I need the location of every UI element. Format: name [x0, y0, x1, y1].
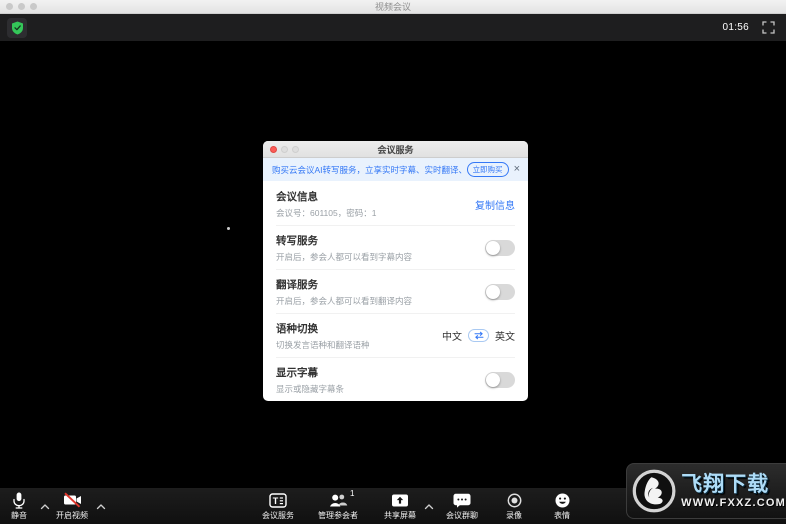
emoji-button[interactable]: 表情: [554, 492, 570, 521]
participant-count-badge: 1: [350, 489, 354, 498]
language-switch-control: 中文 英文: [442, 328, 515, 343]
share-screen-icon: [391, 493, 409, 508]
fxxz-logo-icon: [632, 467, 676, 515]
share-options-chevron[interactable]: [425, 497, 434, 515]
fullscreen-button[interactable]: [762, 21, 775, 34]
transcription-row: 转写服务 开启后，参会人都可以看到字幕内容: [276, 226, 515, 270]
shield-check-icon: [11, 21, 24, 35]
meeting-info-text: 会议信息 会议号：601105，密码：1: [276, 189, 376, 219]
watermark-text: 飞翔下载 WWW.FXXZ.COM: [681, 474, 786, 509]
emoji-label: 表情: [554, 510, 570, 521]
participants-icon: [329, 493, 348, 508]
translation-title: 翻译服务: [276, 277, 412, 292]
window-title: 视频会议: [0, 0, 786, 13]
show-subtitles-row: 显示字幕 显示或隐藏字幕条: [276, 358, 515, 401]
meeting-info-title: 会议信息: [276, 189, 376, 204]
manage-participants-label: 管理参会者: [318, 510, 358, 521]
translation-text: 翻译服务 开启后，参会人都可以看到翻译内容: [276, 277, 412, 307]
site-watermark: 飞翔下载 WWW.FXXZ.COM: [626, 463, 786, 519]
translation-row: 翻译服务 开启后，参会人都可以看到翻译内容: [276, 270, 515, 314]
record-label: 录像: [506, 510, 522, 521]
show-subtitles-title: 显示字幕: [276, 365, 344, 380]
start-video-button[interactable]: 开启视频: [56, 492, 88, 521]
start-video-label: 开启视频: [56, 510, 88, 521]
language-to-label: 英文: [495, 328, 515, 343]
dialog-zoom-button: [292, 146, 299, 153]
chevron-up-icon: [41, 504, 50, 510]
dialog-body: 会议信息 会议号：601105，密码：1 复制信息 转写服务 开启后，参会人都可…: [263, 181, 528, 401]
language-switch-subtitle: 切换发言语种和翻译语种: [276, 339, 370, 351]
banner-close-icon[interactable]: ×: [514, 164, 520, 175]
show-subtitles-toggle[interactable]: [485, 372, 515, 388]
swap-languages-button[interactable]: [468, 329, 489, 342]
mute-label: 静音: [11, 510, 27, 521]
encryption-shield-button[interactable]: [7, 18, 27, 38]
transcription-text: 转写服务 开启后，参会人都可以看到字幕内容: [276, 233, 412, 263]
chevron-up-icon: [425, 504, 434, 510]
language-switch-row: 语种切换 切换发言语种和翻译语种 中文 英文: [276, 314, 515, 358]
meeting-topbar: 01:56: [0, 14, 786, 41]
watermark-url: WWW.FXXZ.COM: [681, 498, 786, 509]
language-from-label: 中文: [442, 328, 462, 343]
mute-button[interactable]: 静音: [11, 492, 27, 521]
transcription-title: 转写服务: [276, 233, 412, 248]
promo-banner-text: 购买云会议AI转写服务，立享实时字幕、实时翻译、自动...: [272, 164, 462, 176]
fullscreen-icon: [762, 21, 775, 34]
meeting-services-button[interactable]: T 会议服务: [262, 492, 294, 521]
emoji-icon: [555, 493, 570, 508]
meeting-chat-label: 会议群聊: [446, 510, 478, 521]
meeting-chat-button[interactable]: 会议群聊: [446, 492, 478, 521]
copy-info-link[interactable]: 复制信息: [475, 197, 515, 212]
mouse-cursor-dot: [227, 227, 230, 230]
meeting-services-dialog: 会议服务 购买云会议AI转写服务，立享实时字幕、实时翻译、自动... 立即购买 …: [263, 141, 528, 401]
dialog-traffic-lights: [270, 146, 299, 153]
record-button[interactable]: 录像: [506, 492, 522, 521]
camera-off-icon: [62, 492, 83, 508]
dialog-titlebar: 会议服务: [263, 141, 528, 158]
buy-now-button[interactable]: 立即购买: [467, 162, 509, 178]
video-options-chevron[interactable]: [97, 497, 106, 515]
transcription-subtitle: 开启后，参会人都可以看到字幕内容: [276, 251, 412, 263]
dialog-title: 会议服务: [263, 143, 528, 156]
meeting-timer: 01:56: [722, 22, 749, 33]
dialog-close-button[interactable]: [270, 146, 277, 153]
chevron-up-icon: [97, 504, 106, 510]
captions-box-icon: T: [269, 493, 287, 508]
meeting-services-label: 会议服务: [262, 510, 294, 521]
watermark-title: 飞翔下载: [681, 474, 786, 495]
language-switch-title: 语种切换: [276, 321, 370, 336]
mic-options-chevron[interactable]: [41, 497, 50, 515]
app-window: 视频会议 01:56 会议服务 购: [0, 0, 786, 527]
meeting-info-row: 会议信息 会议号：601105，密码：1 复制信息: [276, 181, 515, 226]
mac-titlebar: 视频会议: [0, 0, 786, 14]
dialog-minimize-button: [281, 146, 288, 153]
microphone-icon: [11, 492, 27, 509]
share-screen-button[interactable]: 共享屏幕: [384, 492, 416, 521]
svg-text:T: T: [273, 496, 279, 506]
language-switch-text: 语种切换 切换发言语种和翻译语种: [276, 321, 370, 351]
show-subtitles-subtitle: 显示或隐藏字幕条: [276, 383, 344, 395]
chat-bubble-icon: [453, 493, 471, 508]
swap-languages-icon: [473, 331, 485, 340]
transcription-toggle[interactable]: [485, 240, 515, 256]
translation-subtitle: 开启后，参会人都可以看到翻译内容: [276, 295, 412, 307]
manage-participants-button[interactable]: 1 管理参会者: [318, 492, 358, 521]
show-subtitles-text: 显示字幕 显示或隐藏字幕条: [276, 365, 344, 395]
share-screen-label: 共享屏幕: [384, 510, 416, 521]
meeting-info-detail: 会议号：601105，密码：1: [276, 207, 376, 219]
translation-toggle[interactable]: [485, 284, 515, 300]
record-icon: [507, 493, 522, 508]
promo-banner: 购买云会议AI转写服务，立享实时字幕、实时翻译、自动... 立即购买 ×: [263, 158, 528, 181]
